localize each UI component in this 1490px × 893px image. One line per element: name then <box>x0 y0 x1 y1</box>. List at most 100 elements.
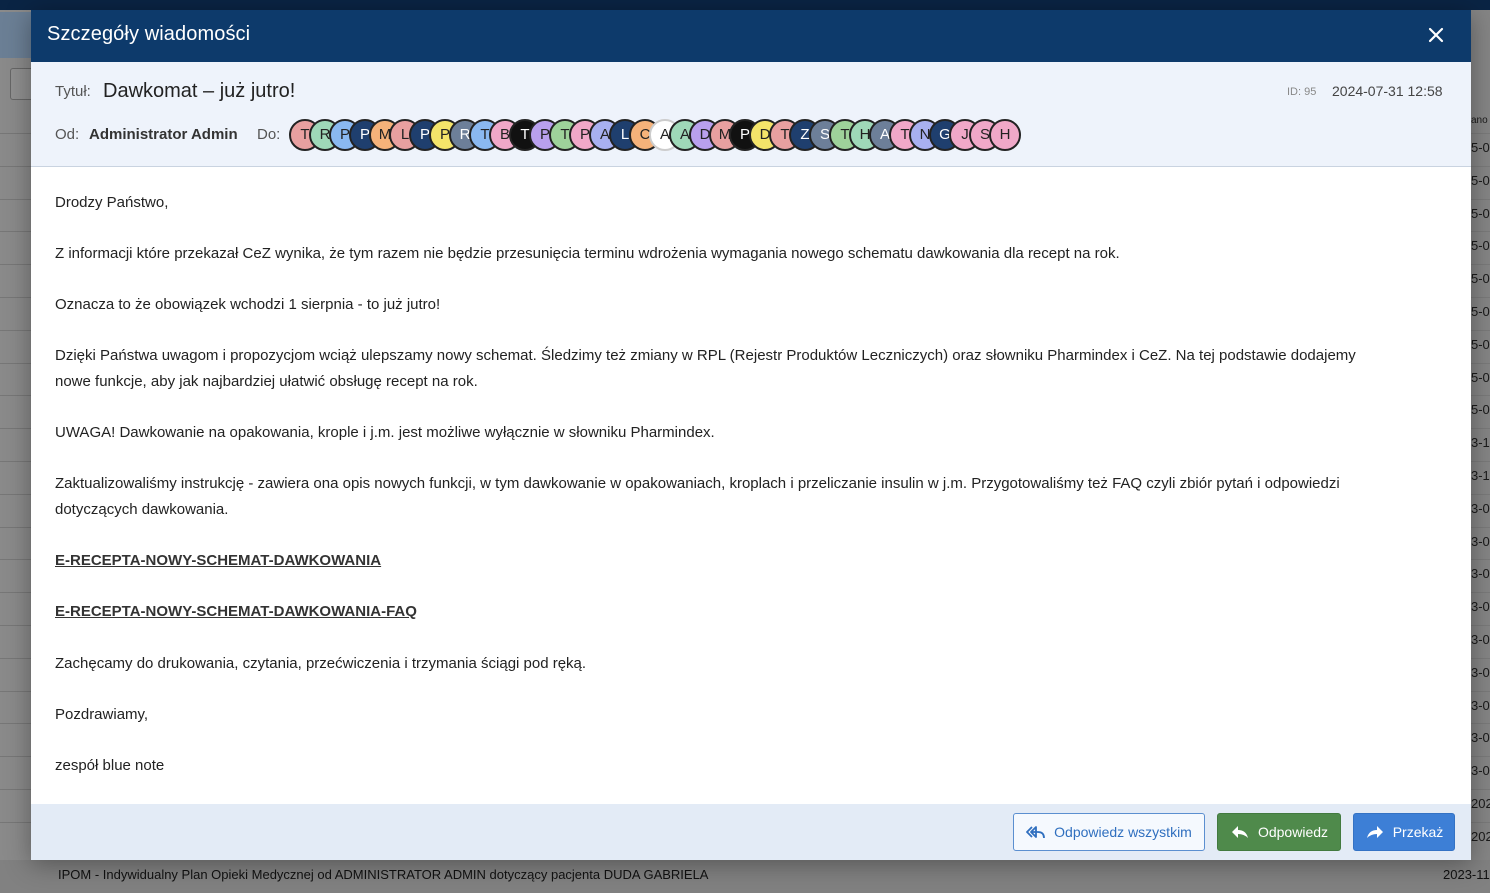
row-divider <box>0 395 31 397</box>
row-divider <box>0 428 31 430</box>
table-row-title: IPOM - Indywidualny Plan Opieki Medyczne… <box>58 867 709 882</box>
recipient-avatar[interactable]: H <box>989 119 1021 151</box>
table-cell-date: 5-04 <box>1471 205 1490 221</box>
row-divider <box>1471 592 1490 594</box>
table-cell-date: 5-04 <box>1471 271 1490 287</box>
table-cell-date: 3-06 <box>1471 697 1490 713</box>
app-left-tab <box>0 12 31 58</box>
row-divider <box>0 133 31 134</box>
warning-paragraph: UWAGA! Dawkowanie na opakowania, krople … <box>55 424 715 441</box>
paragraph: nowe funkcje, aby jak najbardziej ułatwi… <box>55 373 478 390</box>
row-divider <box>1471 789 1490 790</box>
row-divider <box>1471 625 1490 626</box>
closing: Pozdrawiamy, <box>55 706 149 723</box>
close-icon <box>1428 27 1444 43</box>
table-cell-date: 3-02 <box>1471 763 1490 779</box>
title-label: Tytuł: <box>55 83 91 100</box>
recipient-list: TRPPMLPPRTBTPTPALCAADMPDTZSTHATNGJSH <box>289 119 1089 151</box>
row-divider <box>0 690 31 692</box>
row-divider <box>1471 133 1490 134</box>
greeting: Drodzy Państwo, <box>55 194 169 211</box>
table-cell-date: 3-06 <box>1471 664 1490 680</box>
column-header: ano <box>1471 115 1488 126</box>
row-divider <box>0 657 31 659</box>
reply-all-button[interactable]: Odpowiedz wszystkim <box>1013 813 1205 851</box>
row-divider <box>0 559 31 561</box>
dialog-title: Szczegóły wiadomości <box>47 23 251 45</box>
row-divider <box>1471 329 1490 331</box>
row-divider <box>1471 264 1490 266</box>
table-cell-date: 3-06 <box>1471 730 1490 746</box>
row-divider <box>1471 657 1490 659</box>
row-divider <box>1471 231 1490 233</box>
paragraph: Oznacza to że obowiązek wchodzi 1 sierpn… <box>55 296 441 313</box>
row-divider <box>0 625 31 626</box>
row-divider <box>0 756 31 758</box>
row-divider <box>1471 461 1490 462</box>
row-divider <box>0 264 31 266</box>
row-divider <box>0 592 31 594</box>
forward-button[interactable]: Przekaż <box>1353 813 1455 851</box>
row-divider <box>1471 428 1490 430</box>
instruction-link[interactable]: E-RECEPTA-NOWY-SCHEMAT-DAWKOWANIA <box>55 552 381 569</box>
to-label: Do: <box>257 126 281 143</box>
row-divider <box>0 362 31 364</box>
row-divider <box>1471 559 1490 561</box>
row-divider <box>1471 198 1490 200</box>
row-divider <box>0 723 31 725</box>
table-cell-date: 5-03 <box>1471 304 1490 319</box>
dialog-header: Szczegóły wiadomości <box>31 10 1471 62</box>
row-divider <box>1471 756 1490 758</box>
paragraph: Zaktualizowaliśmy instrukcję - zawiera o… <box>55 475 1340 492</box>
reply-all-icon <box>1026 826 1046 839</box>
row-divider <box>1471 723 1490 725</box>
row-divider <box>1471 526 1490 528</box>
table-cell-date: 3-06 <box>1471 500 1490 516</box>
row-divider <box>0 526 31 528</box>
reply-all-label: Odpowiedz wszystkim <box>1054 824 1192 840</box>
row-divider <box>0 165 31 167</box>
table-row-date: 2023-11 <box>1443 867 1490 882</box>
row-divider <box>1471 493 1490 495</box>
table-cell-date: 3-10 <box>1471 468 1490 483</box>
table-cell-date: 5-03 <box>1471 336 1490 352</box>
table-cell-date: 3-06 <box>1471 566 1490 582</box>
row-divider <box>1471 690 1490 692</box>
row-divider <box>0 297 31 298</box>
message-subject: Dawkomat – już jutro! <box>103 80 296 102</box>
reply-label: Odpowiedz <box>1257 824 1329 840</box>
from-label: Od: <box>55 126 80 143</box>
forward-icon <box>1366 826 1383 838</box>
row-divider <box>0 493 31 495</box>
row-divider <box>1471 395 1490 397</box>
paragraph: Dzięki Państwa uwagom i propozycjom wcią… <box>55 347 1356 364</box>
paragraph: Z informacji które przekazał CeZ wynika,… <box>55 245 1120 262</box>
message-id: ID: 95 <box>1287 86 1317 98</box>
table-cell-date: 2023-11 <box>1471 828 1490 844</box>
table-cell-date: 2023-11 <box>1471 796 1490 811</box>
table-cell-date: 5-05 <box>1471 140 1490 155</box>
app-left-panel <box>0 10 31 893</box>
row-divider <box>1471 165 1490 167</box>
sender-name: Administrator Admin <box>89 126 238 143</box>
row-divider <box>0 231 31 233</box>
row-divider <box>0 198 31 200</box>
dialog-footer: Odpowiedz wszystkim Odpowiedz Przekaż <box>31 804 1471 860</box>
row-divider <box>1471 362 1490 364</box>
table-cell-date: 5-01 <box>1471 402 1490 418</box>
paragraph: Zachęcamy do drukowania, czytania, przeć… <box>55 655 587 672</box>
faq-link[interactable]: E-RECEPTA-NOWY-SCHEMAT-DAWKOWANIA-FAQ <box>55 603 417 620</box>
app-topbar <box>0 0 1490 10</box>
table-cell-date: 5-05 <box>1471 172 1490 188</box>
table-cell-date: 5-04 <box>1471 238 1490 254</box>
table-cell-date: 3-12 <box>1471 435 1490 451</box>
forward-label: Przekaż <box>1392 824 1444 840</box>
row-divider <box>0 789 31 790</box>
row-divider <box>0 461 31 462</box>
message-details-dialog: Szczegóły wiadomości Tytuł: Dawkomat – j… <box>31 10 1471 860</box>
row-divider <box>1471 821 1490 823</box>
close-button[interactable] <box>1423 22 1449 48</box>
row-divider <box>0 329 31 331</box>
reply-button[interactable]: Odpowiedz <box>1217 813 1341 851</box>
table-cell-date: 3-06 <box>1471 599 1490 615</box>
